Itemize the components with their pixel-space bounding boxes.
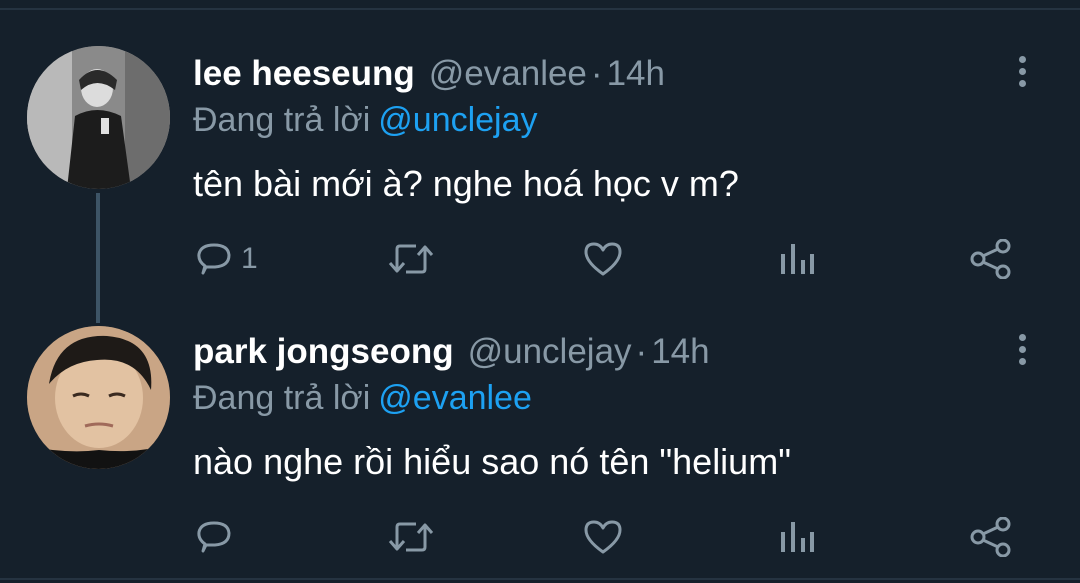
retweet-button[interactable] (388, 236, 434, 282)
action-bar (0, 514, 1080, 564)
reply-context: Đang trả lời @unclejay (193, 100, 538, 140)
user-handle[interactable]: @unclejay (468, 332, 632, 371)
analytics-button[interactable] (779, 514, 815, 560)
reply-icon (197, 243, 231, 275)
like-button[interactable] (582, 514, 624, 560)
vertical-ellipsis-icon (1010, 56, 1034, 87)
reply-mention-link[interactable]: @unclejay (378, 101, 537, 139)
separator-dot: · (635, 332, 648, 371)
like-icon (584, 520, 622, 554)
analytics-button[interactable] (779, 236, 815, 282)
avatar-photo-icon (27, 46, 170, 189)
reply-prefix: Đang trả lời (193, 101, 371, 139)
more-options-button[interactable] (1010, 56, 1034, 96)
display-name[interactable]: park jongseong (193, 332, 454, 371)
avatar[interactable] (27, 46, 170, 189)
like-button[interactable] (582, 236, 624, 282)
retweet-icon (388, 522, 434, 552)
tweet-header: park jongseong @unclejay · 14h (193, 332, 710, 372)
user-handle[interactable]: @evanlee (429, 54, 587, 93)
share-icon (970, 239, 1011, 279)
vertical-ellipsis-icon (1010, 334, 1034, 365)
reply-count: 1 (241, 242, 258, 275)
action-bar: 1 (0, 236, 1080, 286)
analytics-icon (781, 244, 814, 274)
more-options-button[interactable] (1010, 334, 1034, 374)
reply-button[interactable]: 1 (195, 236, 258, 282)
share-button[interactable] (970, 514, 1012, 560)
avatar[interactable] (27, 326, 170, 469)
retweet-icon (388, 244, 434, 274)
like-icon (584, 242, 622, 276)
tweet-text: tên bài mới à? nghe hoá học v m? (193, 163, 739, 204)
separator-dot: · (590, 54, 603, 93)
reply-prefix: Đang trả lời (193, 379, 371, 417)
tweet-text: nào nghe rồi hiểu sao nó tên "helium" (193, 441, 791, 482)
display-name[interactable]: lee heeseung (193, 54, 415, 93)
reply-context: Đang trả lời @evanlee (193, 378, 532, 418)
top-divider (0, 8, 1080, 10)
retweet-button[interactable] (388, 514, 434, 560)
reply-mention-link[interactable]: @evanlee (378, 379, 532, 417)
share-icon (970, 517, 1011, 557)
reply-button[interactable] (195, 514, 241, 560)
avatar-photo-icon (27, 326, 170, 469)
reply-icon (197, 521, 231, 553)
bottom-divider (0, 578, 1080, 580)
timestamp[interactable]: 14h (607, 54, 665, 93)
tweet-header: lee heeseung @evanlee · 14h (193, 54, 665, 94)
timestamp[interactable]: 14h (651, 332, 709, 371)
share-button[interactable] (970, 236, 1012, 282)
analytics-icon (781, 522, 814, 552)
